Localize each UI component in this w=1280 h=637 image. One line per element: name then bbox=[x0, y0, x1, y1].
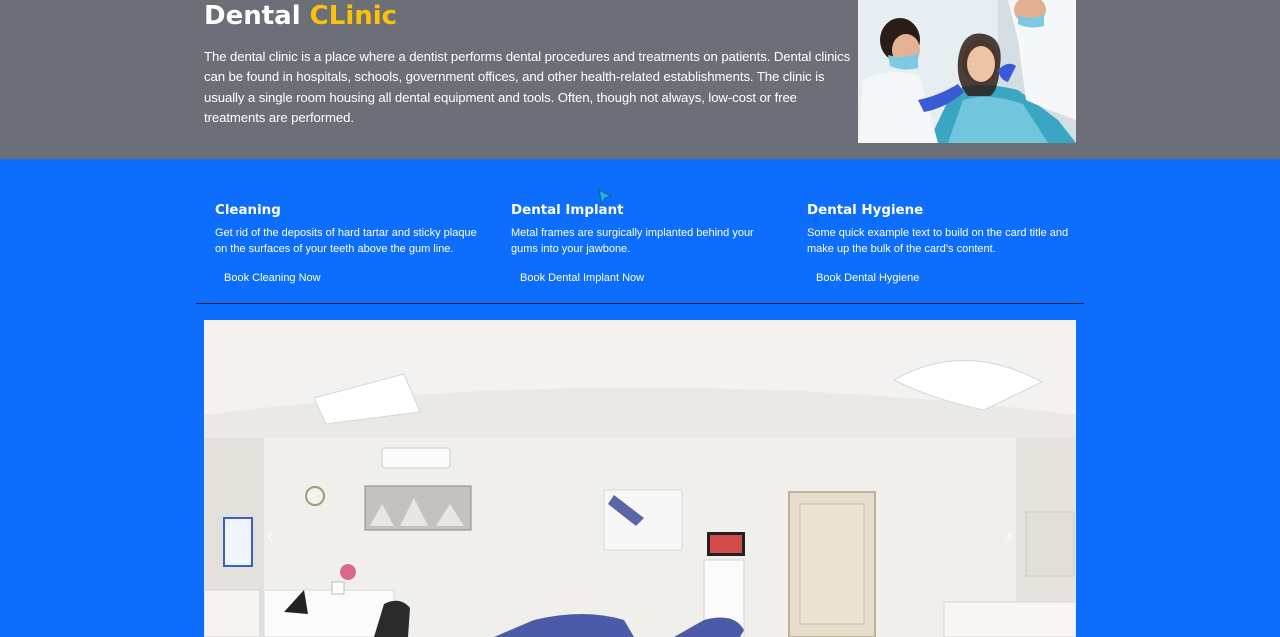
book-dental-hygiene-button[interactable]: Book Dental Hygiene bbox=[816, 271, 919, 285]
service-card-cleaning: Cleaning Get rid of the deposits of hard… bbox=[215, 203, 485, 285]
hero-description: The dental clinic is a place where a den… bbox=[204, 49, 851, 125]
dentist-patient-photo bbox=[858, 0, 1076, 143]
hero-title: Dental CLinic bbox=[204, 0, 397, 32]
card-text: Some quick example text to build on the … bbox=[807, 227, 1069, 255]
clinic-panorama-photo bbox=[204, 320, 1076, 637]
hero-section: Dental CLinic The dental clinic is a pla… bbox=[0, 0, 1280, 159]
book-dental-implant-button[interactable]: Book Dental Implant Now bbox=[520, 271, 644, 285]
chevron-left-icon[interactable]: ‹ bbox=[258, 520, 282, 556]
book-cleaning-button[interactable]: Book Cleaning Now bbox=[224, 271, 321, 285]
card-title: Dental Implant bbox=[511, 203, 624, 218]
card-text: Metal frames are surgically implanted be… bbox=[511, 227, 754, 255]
hero-title-accent: CLinic bbox=[309, 1, 398, 31]
service-card-dental-implant: Dental Implant Metal frames are surgical… bbox=[511, 203, 781, 285]
chevron-right-icon[interactable]: › bbox=[997, 520, 1021, 556]
service-card-dental-hygiene: Dental Hygiene Some quick example text t… bbox=[807, 203, 1077, 285]
card-title: Dental Hygiene bbox=[807, 203, 924, 218]
clinic-carousel bbox=[204, 320, 1076, 637]
services-section: Cleaning Get rid of the deposits of hard… bbox=[196, 159, 1084, 304]
card-text: Get rid of the deposits of hard tartar a… bbox=[215, 227, 477, 255]
card-title: Cleaning bbox=[215, 203, 281, 218]
mouse-cursor-icon bbox=[598, 189, 612, 205]
hero-title-main: Dental bbox=[204, 1, 310, 31]
